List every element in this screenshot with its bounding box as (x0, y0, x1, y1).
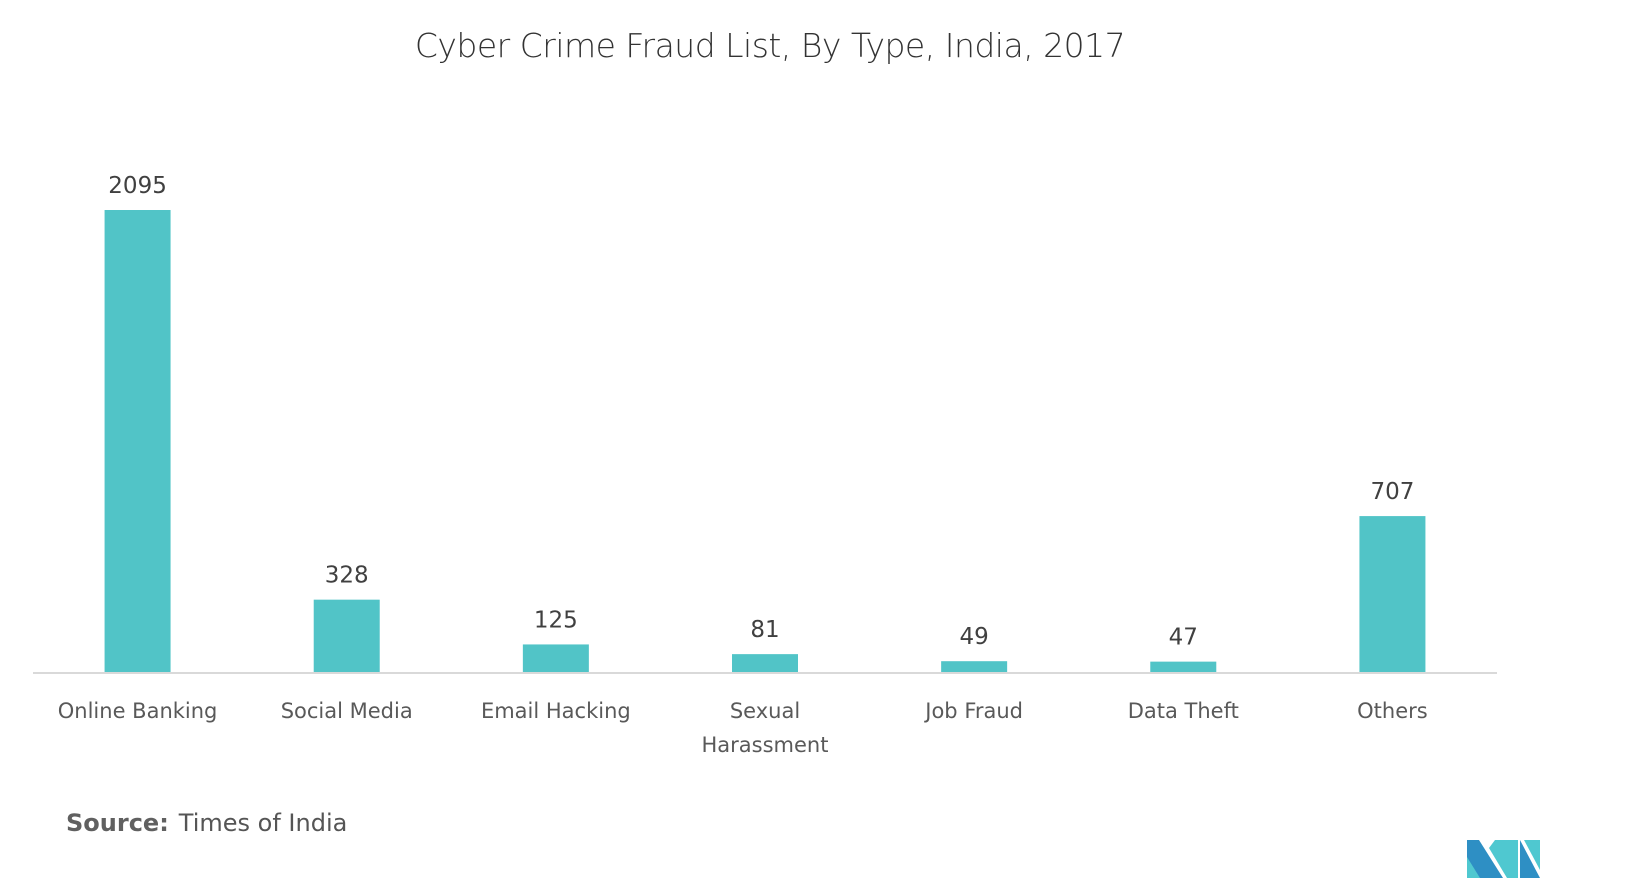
x-tick-label: Sexual (730, 699, 800, 723)
x-tick-label: Harassment (702, 733, 829, 757)
bar-online-banking (104, 210, 171, 672)
data-label: 49 (960, 624, 989, 650)
data-label: 47 (1169, 625, 1198, 651)
x-tick-label: Online Banking (58, 699, 218, 723)
source-label: Source: (66, 809, 169, 837)
source-text: Times of India (178, 809, 348, 837)
data-label: 328 (325, 563, 369, 589)
x-tick-label: Job Fraud (923, 699, 1023, 723)
x-tick-label: Social Media (281, 699, 413, 723)
source-note: Source: Times of India (66, 809, 347, 837)
x-tick-label: Email Hacking (481, 699, 631, 723)
bar-chart: 2095 Online Banking 328 Social Media 125 Emai… (33, 173, 1497, 757)
bar-others (1359, 516, 1426, 672)
x-tick-label: Others (1357, 699, 1428, 723)
data-label: 707 (1370, 479, 1414, 505)
bar-social-media (313, 599, 380, 672)
bar-job-fraud (941, 661, 1008, 672)
data-label: 2095 (108, 173, 167, 199)
bar-data-theft (1150, 661, 1217, 672)
x-tick-label: Data Theft (1128, 699, 1239, 723)
data-label: 81 (750, 617, 779, 643)
bar-sexual-harassment (732, 654, 798, 672)
bar-email-hacking (522, 644, 589, 672)
data-label: 125 (534, 607, 578, 633)
bars-group (104, 210, 1426, 672)
company-logo (1467, 840, 1540, 878)
